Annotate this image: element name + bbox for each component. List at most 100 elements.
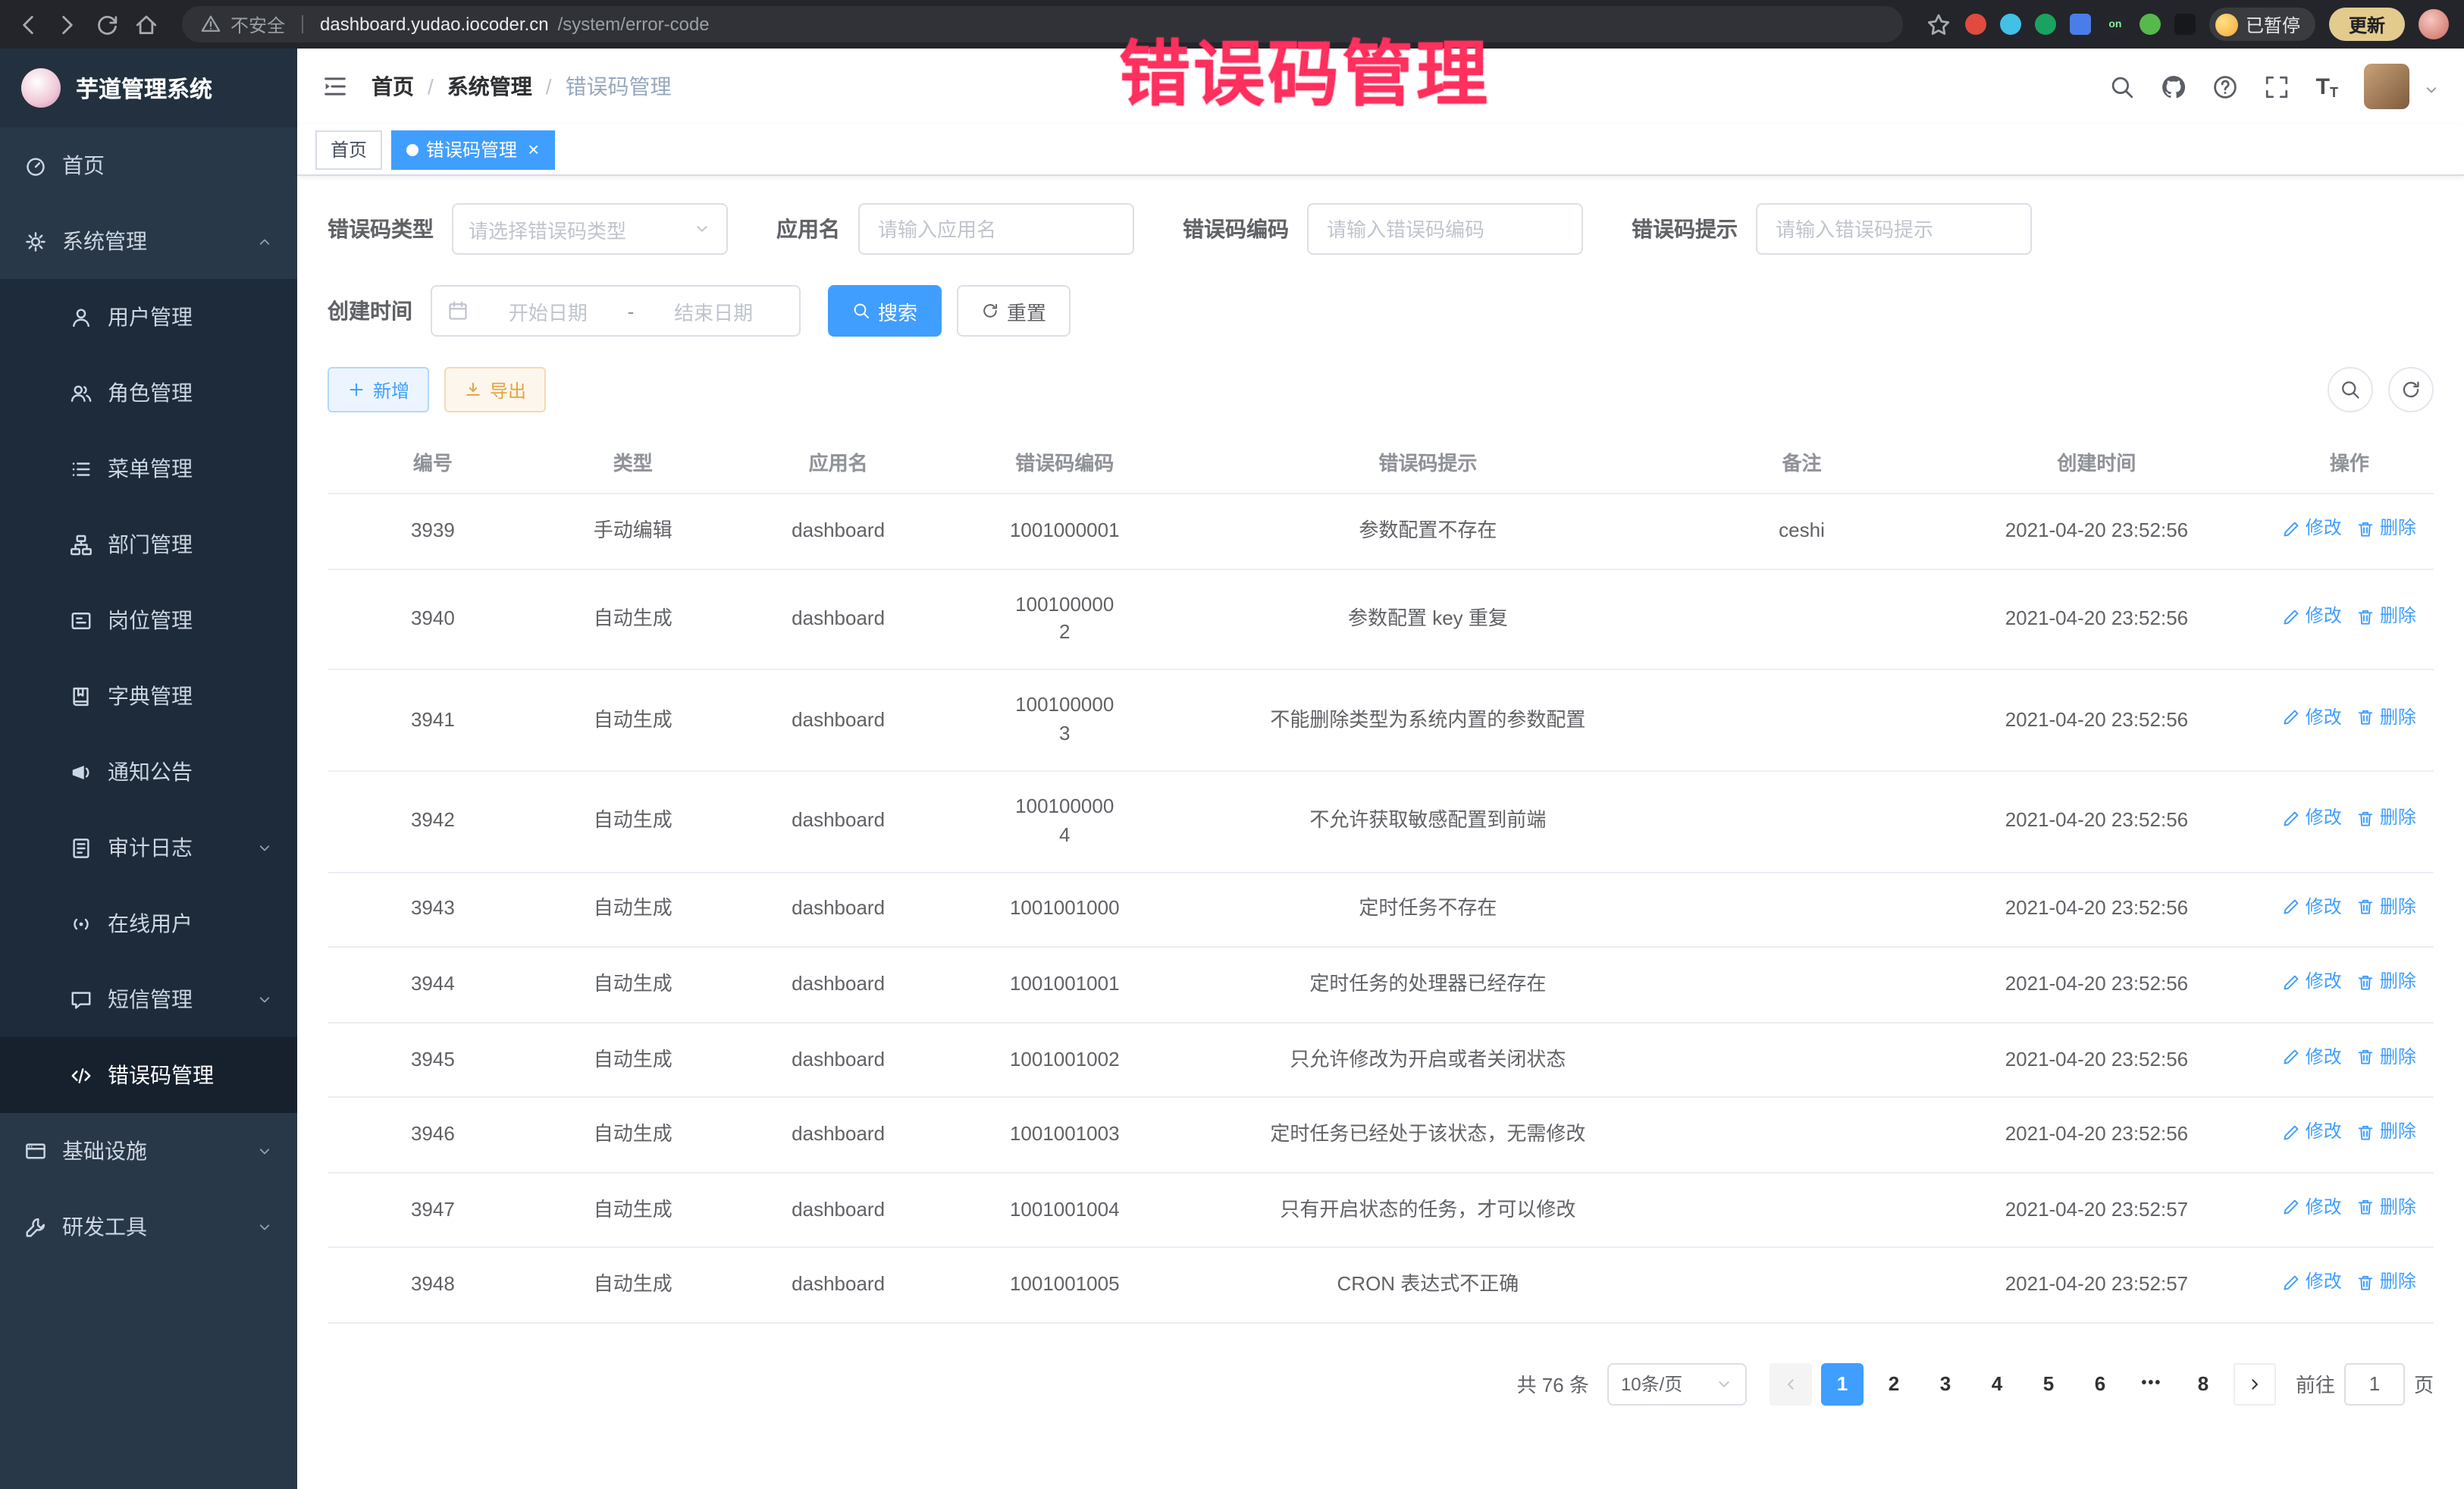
sidebar-item-book[interactable]: 字典管理	[0, 658, 297, 734]
goto-page-input[interactable]	[2344, 1363, 2405, 1406]
tab-home[interactable]: 首页	[315, 130, 382, 169]
extension-red-icon[interactable]	[1965, 14, 1986, 35]
sidebar-item-log[interactable]: 审计日志	[0, 810, 297, 886]
cell-app: dashboard	[728, 1022, 949, 1097]
extension-grid-icon[interactable]	[2070, 14, 2091, 35]
col-hint: 错误码提示	[1180, 431, 1676, 494]
page-button-6[interactable]: 6	[2079, 1363, 2121, 1406]
page-button-4[interactable]: 4	[1976, 1363, 2018, 1406]
search-icon[interactable]	[2110, 74, 2136, 99]
edit-link[interactable]: 修改	[2283, 894, 2342, 920]
edit-link[interactable]: 修改	[2283, 516, 2342, 542]
toggle-search-button[interactable]	[2328, 367, 2373, 412]
plus-icon	[347, 381, 365, 399]
edit-link[interactable]: 修改	[2283, 806, 2342, 832]
sidebar-item-code[interactable]: 错误码管理	[0, 1037, 297, 1113]
user-avatar[interactable]	[2364, 64, 2409, 109]
delete-link[interactable]: 删除	[2357, 1119, 2416, 1146]
github-icon[interactable]	[2161, 74, 2187, 99]
sidebar-item-gear[interactable]: 系统管理	[0, 203, 297, 279]
pager-ellipsis[interactable]: •••	[2130, 1363, 2173, 1406]
font-size-icon[interactable]: TT	[2316, 74, 2338, 99]
delete-link[interactable]: 删除	[2357, 705, 2416, 732]
delete-link[interactable]: 删除	[2357, 516, 2416, 542]
reload-icon[interactable]	[94, 11, 120, 37]
bookmark-star-icon[interactable]	[1926, 11, 1951, 37]
edit-link[interactable]: 修改	[2283, 1044, 2342, 1071]
tab-error-code[interactable]: 错误码管理 ×	[391, 130, 554, 169]
sidebar-item-badge[interactable]: 岗位管理	[0, 582, 297, 658]
extension-check-icon[interactable]	[2035, 14, 2056, 35]
delete-link[interactable]: 删除	[2357, 1194, 2416, 1221]
extension-leaf-icon[interactable]	[2140, 14, 2161, 35]
sidebar-item-list[interactable]: 菜单管理	[0, 431, 297, 506]
edit-link[interactable]: 修改	[2283, 1194, 2342, 1221]
edit-link[interactable]: 修改	[2283, 1119, 2342, 1146]
page-button-8[interactable]: 8	[2182, 1363, 2224, 1406]
refresh-table-button[interactable]	[2388, 367, 2434, 412]
export-button[interactable]: 导出	[444, 367, 546, 412]
create-time-range-picker[interactable]: 开始日期 - 结束日期	[431, 285, 801, 337]
sidebar-item-online[interactable]: 在线用户	[0, 886, 297, 961]
app-name-input[interactable]	[858, 203, 1134, 255]
extension-drop-icon[interactable]	[2000, 14, 2021, 35]
update-button[interactable]: 更新	[2329, 8, 2405, 41]
close-tab-icon[interactable]: ×	[528, 139, 539, 159]
help-icon[interactable]	[2213, 74, 2239, 99]
cell-id: 3944	[328, 947, 538, 1022]
sidebar-item-tool[interactable]: 研发工具	[0, 1189, 297, 1265]
page-button-1[interactable]: 1	[1821, 1363, 1864, 1406]
delete-link[interactable]: 删除	[2357, 1270, 2416, 1296]
sidebar-item-user[interactable]: 用户管理	[0, 279, 297, 355]
delete-link[interactable]: 删除	[2357, 806, 2416, 832]
forward-icon[interactable]	[55, 11, 80, 37]
extension-pin-icon[interactable]	[2174, 14, 2196, 35]
back-icon[interactable]	[15, 11, 41, 37]
edit-link[interactable]: 修改	[2283, 1270, 2342, 1296]
hamburger-icon[interactable]	[321, 73, 349, 100]
sidebar-item-infra[interactable]: 基础设施	[0, 1113, 297, 1189]
col-time: 创建时间	[1928, 431, 2265, 494]
col-ops: 操作	[2265, 431, 2434, 494]
page-size-select[interactable]: 10条/页	[1607, 1363, 1747, 1406]
goto-unit: 页	[2414, 1370, 2434, 1399]
delete-link[interactable]: 删除	[2357, 1044, 2416, 1071]
delete-link[interactable]: 删除	[2357, 894, 2416, 920]
sidebar-item-tree[interactable]: 部门管理	[0, 506, 297, 582]
page-button-5[interactable]: 5	[2027, 1363, 2070, 1406]
cell-code: 1001000001	[948, 494, 1180, 569]
search-button[interactable]: 搜索	[828, 285, 942, 337]
page-button-3[interactable]: 3	[1924, 1363, 1967, 1406]
next-page-button[interactable]	[2234, 1363, 2276, 1406]
error-code-input[interactable]	[1307, 203, 1583, 255]
reset-button[interactable]: 重置	[957, 285, 1071, 337]
sidebar-item-megaphone[interactable]: 通知公告	[0, 734, 297, 810]
address-bar[interactable]: 不安全 dashboard.yudao.iocoder.cn/system/er…	[182, 6, 1903, 42]
extension-on-icon[interactable]: on	[2105, 14, 2126, 35]
table-row: 3947自动生成dashboard1001001004只有开启状态的任务，才可以…	[328, 1172, 2434, 1247]
edit-link[interactable]: 修改	[2283, 603, 2342, 630]
error-type-select[interactable]: 请选择错误码类型	[452, 203, 728, 255]
page-button-2[interactable]: 2	[1873, 1363, 1915, 1406]
sidebar-item-gauge[interactable]: 首页	[0, 127, 297, 203]
breadcrumb-home[interactable]: 首页	[371, 71, 414, 102]
prev-page-button[interactable]	[1770, 1363, 1812, 1406]
add-button[interactable]: 新增	[328, 367, 429, 412]
breadcrumb-system[interactable]: 系统管理	[447, 71, 532, 102]
delete-link[interactable]: 删除	[2357, 603, 2416, 630]
home-icon[interactable]	[133, 11, 159, 37]
fullscreen-icon[interactable]	[2265, 74, 2290, 99]
browser-profile-avatar[interactable]	[2419, 9, 2449, 39]
error-hint-input[interactable]	[1756, 203, 2032, 255]
active-tab-dot	[406, 143, 419, 155]
sidebar-item-users[interactable]: 角色管理	[0, 355, 297, 431]
edit-link[interactable]: 修改	[2283, 705, 2342, 732]
paused-extension-button[interactable]: 已暂停	[2209, 8, 2315, 41]
sidebar-item-sms[interactable]: 短信管理	[0, 961, 297, 1037]
cell-time: 2021-04-20 23:52:56	[1928, 1022, 2265, 1097]
edit-link[interactable]: 修改	[2283, 969, 2342, 995]
cell-hint: 定时任务不存在	[1180, 872, 1676, 947]
cell-code: 1001001003	[948, 1097, 1180, 1172]
app-logo[interactable]: 芋道管理系统	[0, 49, 297, 127]
delete-link[interactable]: 删除	[2357, 969, 2416, 995]
